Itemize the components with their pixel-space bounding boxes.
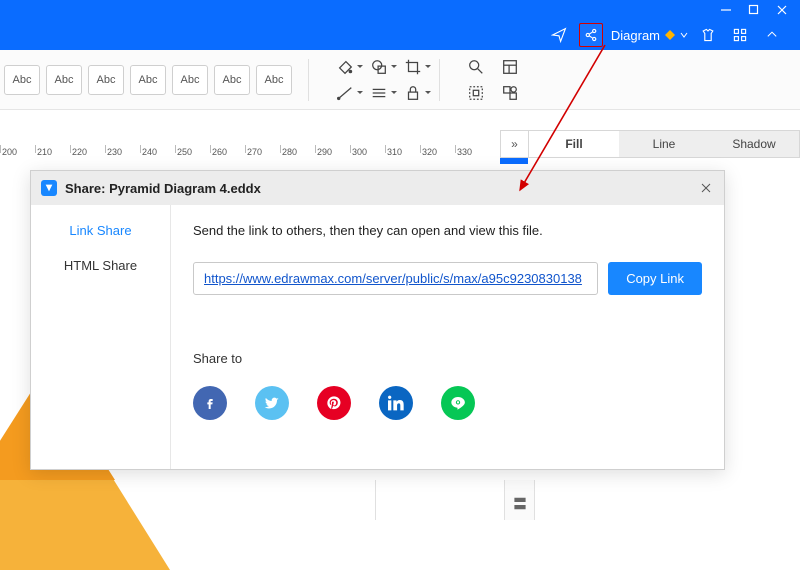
text-style-presets: AbcAbcAbcAbcAbcAbcAbc [4,65,292,95]
search-icon[interactable] [466,57,486,77]
tab-fill[interactable]: Fill [529,131,619,157]
align-handle-icon[interactable]: 〓 [513,494,527,514]
format-toolbar: AbcAbcAbcAbcAbcAbcAbc [0,50,800,110]
share-line-button[interactable] [441,386,475,420]
select-icon[interactable] [466,83,486,103]
dialog-close-button[interactable] [698,180,714,196]
group-icon[interactable] [500,83,520,103]
share-facebook-button[interactable] [193,386,227,420]
lock-icon[interactable] [403,83,423,103]
dialog-main: Send the link to others, then they can o… [171,205,724,469]
text-style-preset[interactable]: Abc [4,65,40,95]
copy-link-button[interactable]: Copy Link [608,262,702,295]
separator [439,59,440,101]
fill-bucket-icon[interactable] [335,57,355,77]
dialog-sidebar: Link Share HTML Share [31,205,171,469]
horizontal-ruler: 2002102202302402502602702802903003103203… [0,145,500,161]
line-tool-icon[interactable] [335,83,355,103]
text-style-preset[interactable]: Abc [46,65,82,95]
maximize-button[interactable] [748,4,760,16]
separator [308,59,309,101]
apps-grid-icon[interactable] [728,23,752,47]
window-controls [0,0,800,20]
layout-icon[interactable] [500,57,520,77]
share-description: Send the link to others, then they can o… [193,223,702,238]
style-panel-tabs: » Fill Line Shadow [500,130,800,158]
panel-accent [500,158,528,164]
tab-shadow[interactable]: Shadow [709,131,799,157]
shape-icon[interactable] [369,57,389,77]
share-icon[interactable] [579,23,603,47]
text-style-preset[interactable]: Abc [214,65,250,95]
view-tools [466,57,520,103]
share-link-field[interactable]: https://www.edrawmax.com/server/public/s… [193,262,598,295]
line-style-icon[interactable] [369,83,389,103]
share-pinterest-button[interactable] [317,386,351,420]
dialog-titlebar: Share: Pyramid Diagram 4.eddx [31,171,724,205]
share-linkedin-button[interactable] [379,386,413,420]
app-logo-icon [41,180,57,196]
tshirt-icon[interactable] [696,23,720,47]
send-icon[interactable] [547,23,571,47]
sidebar-item-html-share[interactable]: HTML Share [64,258,137,273]
diagram-mode-dropdown[interactable]: Diagram [611,28,688,43]
shape-tools [335,57,423,103]
collapse-ribbon-icon[interactable] [760,23,784,47]
text-style-preset[interactable]: Abc [256,65,292,95]
text-style-preset[interactable]: Abc [172,65,208,95]
share-twitter-button[interactable] [255,386,289,420]
share-dialog: Share: Pyramid Diagram 4.eddx Link Share… [30,170,725,470]
canvas-scroll-region: 〓 [375,480,535,520]
minimize-button[interactable] [720,4,732,16]
share-to-label: Share to [193,351,702,366]
social-share-row [193,386,702,420]
ribbon-header: Diagram [0,20,800,50]
tab-line[interactable]: Line [619,131,709,157]
crop-icon[interactable] [403,57,423,77]
text-style-preset[interactable]: Abc [88,65,124,95]
text-style-preset[interactable]: Abc [130,65,166,95]
diagram-mode-label: Diagram [611,28,660,43]
sidebar-item-link-share[interactable]: Link Share [69,223,131,238]
panel-collapse-icon[interactable]: » [501,131,529,157]
dialog-title: Share: Pyramid Diagram 4.eddx [65,181,261,196]
close-button[interactable] [776,4,788,16]
